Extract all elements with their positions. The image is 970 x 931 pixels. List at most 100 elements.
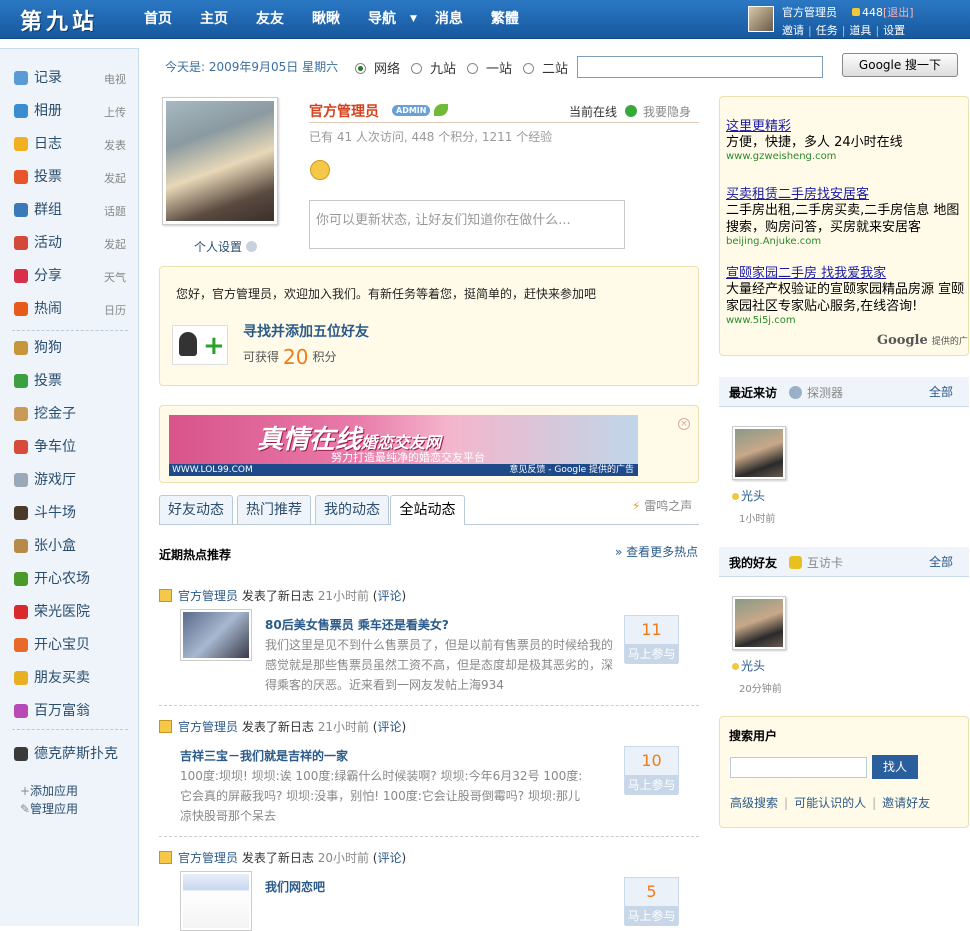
user-avatar[interactable]	[748, 6, 774, 32]
top-nav-bar: 第九站 首页 主页 友友 瞅瞅 导航 ▼ 消息 繁體 官方管理员 448[退出]…	[0, 0, 970, 39]
dating-banner-ad[interactable]: 真情在线婚恋交友网 努力打造最纯净的婚恋交友平台 WWW.LOL99.COM 意见…	[169, 415, 638, 476]
sidebar-app[interactable]: 斗牛场	[14, 504, 126, 524]
google-search-button[interactable]: Google 搜一下	[842, 53, 958, 77]
feed-thumbnail[interactable]	[180, 609, 252, 661]
nav-home[interactable]: 首页	[130, 0, 186, 39]
sidebar-app[interactable]: 张小盒	[14, 537, 126, 557]
nav-browse[interactable]: 瞅瞅	[298, 0, 354, 39]
nav-profile[interactable]: 主页	[186, 0, 242, 39]
sidebar-app[interactable]: 朋友买卖	[14, 669, 126, 689]
user-search-input[interactable]	[730, 757, 867, 778]
google-search-input[interactable]	[577, 56, 823, 78]
tab-my-feed[interactable]: 我的动态	[315, 495, 389, 524]
tab-friend-feed[interactable]: 好友动态	[159, 495, 233, 524]
sprout-icon	[14, 572, 28, 586]
sidebar-app[interactable]: 开心宝贝	[14, 636, 126, 656]
sidebar-item[interactable]: 相册 上传	[14, 102, 126, 122]
radio-jiuzhan[interactable]: 九站	[411, 58, 456, 77]
feed-title[interactable]: 吉祥三宝－我们就是吉祥的一家	[180, 747, 348, 764]
add-app-link[interactable]: +添加应用	[20, 782, 78, 799]
sidebar-app[interactable]: 游戏厅	[14, 471, 126, 491]
sidebar-item[interactable]: 群组 话题	[14, 201, 126, 221]
tab-site-feed[interactable]: 全站动态	[390, 495, 465, 525]
google-ads-box: 这里更精彩 方便，快捷，多人 24小时在线 www.gzweisheng.com 买…	[719, 96, 969, 356]
feed-title[interactable]: 我们网恋吧	[265, 878, 325, 895]
add-friend-icon[interactable]: +	[172, 325, 228, 365]
poll-icon	[14, 170, 28, 184]
site-logo[interactable]: 第九站	[20, 4, 98, 36]
items-link[interactable]: 道具	[849, 24, 871, 37]
close-icon[interactable]: ×	[678, 418, 690, 430]
ad-item[interactable]: 宣颐家园二手房 找我爱我家 大量经产权验证的宣颐家园精品房源 宣颐家园社区专家贴心…	[726, 262, 966, 326]
mood-smiley-icon[interactable]	[310, 160, 330, 180]
join-box[interactable]: 11 马上参与	[624, 615, 679, 664]
sidebar-app[interactable]: 投票	[14, 372, 126, 392]
invite-friends-link[interactable]: 邀请好友	[882, 796, 930, 810]
status-dot-icon	[732, 663, 739, 670]
recent-visitors-header: 最近来访 探测器 全部	[719, 377, 969, 407]
sidebar-item[interactable]: 记录 电视	[14, 69, 126, 89]
feed-thumbnail[interactable]	[180, 871, 252, 931]
nav-messages[interactable]: 消息	[421, 0, 477, 39]
friends-all-link[interactable]: 全部	[929, 553, 953, 570]
radio-yizhan[interactable]: 一站	[467, 58, 512, 77]
thunder-link[interactable]: ⚡ 雷鸣之声	[632, 497, 692, 514]
feed-title[interactable]: 80后美女售票员 乘车还是看美女?	[265, 616, 449, 633]
ad-item[interactable]: 买卖租赁二手房找安居客 二手房出租,二手房买卖,二手房信息 地图搜索，购房问答，买…	[726, 183, 966, 247]
comment-link[interactable]: 评论	[377, 720, 401, 734]
invite-link[interactable]: 邀请	[782, 24, 804, 37]
nav-friends[interactable]: 友友	[242, 0, 298, 39]
sidebar-item[interactable]: 分享 天气	[14, 267, 126, 287]
visitor-card[interactable]: 光头 1小时前	[732, 426, 792, 525]
settings-link[interactable]: 设置	[883, 24, 905, 37]
sidebar-item[interactable]: 投票 发起	[14, 168, 126, 188]
sidebar-item[interactable]: 热闹 日历	[14, 300, 126, 320]
radio-erzhan[interactable]: 二站	[523, 58, 568, 77]
find-user-button[interactable]: 找人	[872, 755, 918, 779]
people-you-may-know-link[interactable]: 可能认识的人	[794, 796, 866, 810]
manage-app-link[interactable]: ✎管理应用	[20, 800, 78, 817]
sidebar-app[interactable]: 德克萨斯扑克	[14, 745, 126, 765]
sidebar-app[interactable]: 开心农场	[14, 570, 126, 590]
nav-guide[interactable]: 导航	[354, 0, 410, 39]
poker-icon	[14, 747, 28, 761]
sidebar-app[interactable]: 荣光医院	[14, 603, 126, 623]
tasks-link[interactable]: 任务	[816, 24, 838, 37]
bull-icon	[14, 506, 28, 520]
radio-network[interactable]: 网络	[355, 58, 400, 77]
sidebar-item[interactable]: 活动 发起	[14, 234, 126, 254]
go-invisible-link[interactable]: 我要隐身	[643, 103, 691, 120]
status-input[interactable]: 你可以更新状态, 让好友们知道你在做什么...	[309, 200, 625, 249]
box-icon	[14, 539, 28, 553]
sidebar-app[interactable]: 挖金子	[14, 405, 126, 425]
profile-name[interactable]: 官方管理员	[309, 101, 379, 121]
task-reward: 可获得 20 积分	[243, 345, 337, 369]
ad-item[interactable]: 这里更精彩 方便，快捷，多人 24小时在线 www.gzweisheng.com	[726, 115, 966, 162]
join-box[interactable]: 5 马上参与	[624, 877, 679, 926]
comment-link[interactable]: 评论	[377, 851, 401, 865]
user-name[interactable]: 官方管理员	[782, 4, 837, 20]
sidebar-item[interactable]: 日志 发表	[14, 135, 126, 155]
advanced-search-link[interactable]: 高级搜索	[730, 796, 778, 810]
detector-link[interactable]: 探测器	[789, 384, 843, 401]
google-provided-label[interactable]: Google 提供的广	[877, 333, 968, 348]
sidebar-app[interactable]: 争车位	[14, 438, 126, 458]
visit-card-link[interactable]: 互访卡	[789, 554, 843, 571]
sidebar-app[interactable]: 百万富翁	[14, 702, 126, 722]
nav-traditional[interactable]: 繁體	[477, 0, 533, 39]
more-hot-link[interactable]: » 查看更多热点	[615, 543, 698, 560]
join-box[interactable]: 10 马上参与	[624, 746, 679, 795]
blog-icon	[159, 720, 172, 733]
profile-settings-link[interactable]: 个人设置	[194, 238, 258, 255]
dog-icon	[14, 341, 28, 355]
friend-card[interactable]: 光头 20分钟前	[732, 596, 792, 695]
profile-photo[interactable]	[162, 97, 278, 225]
nav-guide-dropdown-icon[interactable]: ▼	[410, 0, 421, 39]
task-title[interactable]: 寻找并添加五位好友	[243, 321, 369, 341]
visitors-all-link[interactable]: 全部	[929, 383, 953, 400]
tab-hot[interactable]: 热门推荐	[237, 495, 311, 524]
comment-link[interactable]: 评论	[377, 589, 401, 603]
logout-link[interactable]: [退出]	[883, 6, 914, 19]
search-user-box: 搜索用户 找人 高级搜索 | 可能认识的人 | 邀请好友	[719, 716, 969, 828]
sidebar-app[interactable]: 狗狗	[14, 339, 126, 359]
